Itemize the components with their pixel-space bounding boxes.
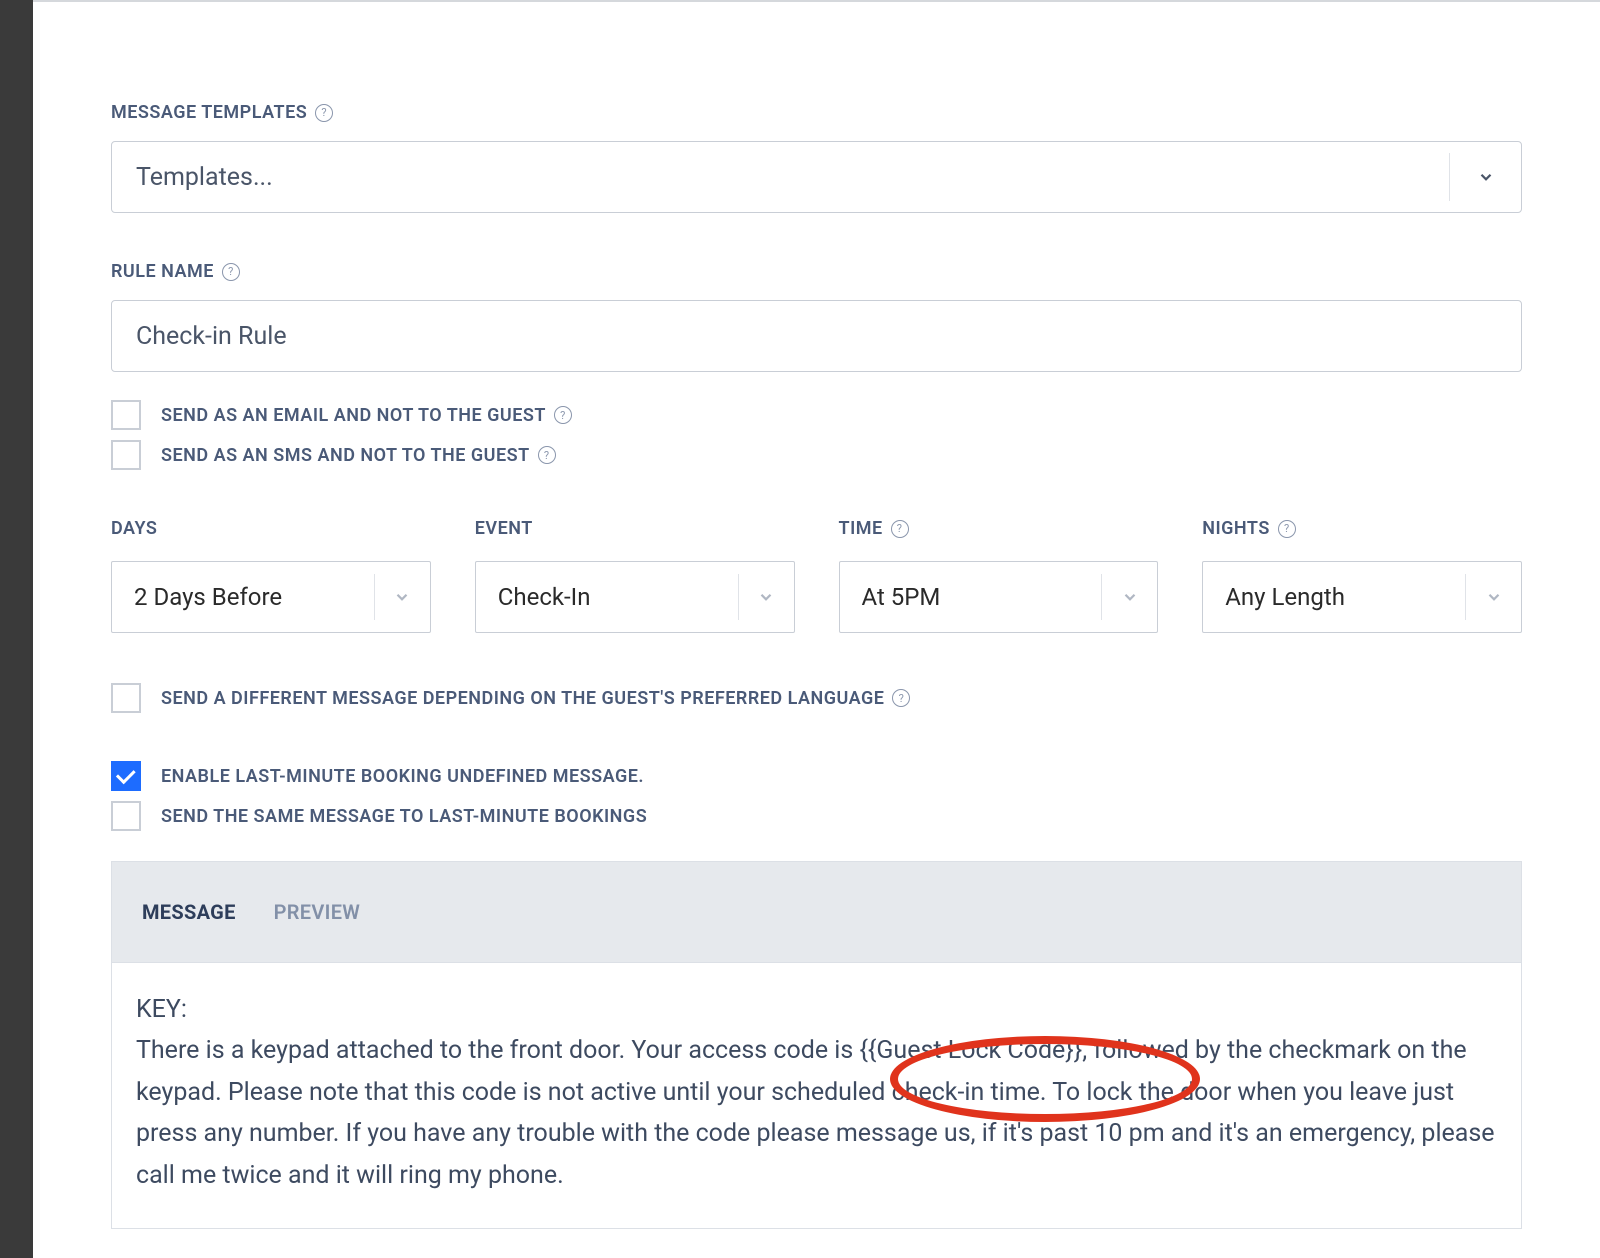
last-minute-label: ENABLE LAST-MINUTE BOOKING UNDEFINED MES…	[161, 766, 644, 787]
templates-select-text: Templates...	[136, 163, 1449, 192]
message-editor[interactable]: KEY: There is a keypad attached to the f…	[111, 963, 1522, 1229]
send-email-checkbox[interactable]	[111, 400, 141, 430]
send-sms-checkbox-row: SEND AS AN SMS AND NOT TO THE GUEST ?	[111, 440, 1522, 470]
help-icon[interactable]: ?	[554, 406, 572, 424]
message-key-label: KEY:	[136, 995, 1497, 1024]
schedule-row: DAYS 2 Days Before EVENT Check-In	[111, 518, 1522, 633]
chevron-down-icon	[1449, 153, 1521, 201]
chevron-down-icon	[738, 574, 794, 620]
help-icon[interactable]: ?	[315, 104, 333, 122]
rule-name-label-text: RULE NAME	[111, 261, 214, 282]
help-icon[interactable]: ?	[538, 446, 556, 464]
chevron-down-icon	[1465, 574, 1521, 620]
settings-modal: MESSAGE TEMPLATES ? Templates... RULE NA…	[33, 0, 1600, 1258]
same-last-minute-checkbox[interactable]	[111, 801, 141, 831]
tab-preview[interactable]: PREVIEW	[274, 900, 361, 924]
diff-lang-label: SEND A DIFFERENT MESSAGE DEPENDING ON TH…	[161, 688, 910, 709]
same-last-minute-checkbox-row: SEND THE SAME MESSAGE TO LAST-MINUTE BOO…	[111, 801, 1522, 831]
diff-lang-checkbox[interactable]	[111, 683, 141, 713]
send-email-label: SEND AS AN EMAIL AND NOT TO THE GUEST ?	[161, 405, 572, 426]
nights-label: NIGHTS ?	[1202, 518, 1522, 539]
help-icon[interactable]: ?	[892, 689, 910, 707]
message-body: There is a keypad attached to the front …	[136, 1030, 1497, 1196]
message-templates-label: MESSAGE TEMPLATES ?	[111, 102, 1522, 123]
help-icon[interactable]: ?	[891, 520, 909, 538]
help-icon[interactable]: ?	[222, 263, 240, 281]
send-email-checkbox-row: SEND AS AN EMAIL AND NOT TO THE GUEST ?	[111, 400, 1522, 430]
chevron-down-icon	[374, 574, 430, 620]
message-templates-label-text: MESSAGE TEMPLATES	[111, 102, 307, 123]
rule-name-input[interactable]	[111, 300, 1522, 372]
same-last-minute-label: SEND THE SAME MESSAGE TO LAST-MINUTE BOO…	[161, 806, 647, 827]
time-label: TIME ?	[839, 518, 1159, 539]
templates-select[interactable]: Templates...	[111, 141, 1522, 213]
event-select[interactable]: Check-In	[475, 561, 795, 633]
chevron-down-icon	[1101, 574, 1157, 620]
send-sms-label: SEND AS AN SMS AND NOT TO THE GUEST ?	[161, 445, 556, 466]
days-select[interactable]: 2 Days Before	[111, 561, 431, 633]
diff-lang-checkbox-row: SEND A DIFFERENT MESSAGE DEPENDING ON TH…	[111, 683, 1522, 713]
tab-message[interactable]: MESSAGE	[142, 900, 236, 924]
event-label: EVENT	[475, 518, 795, 539]
last-minute-checkbox-row: ENABLE LAST-MINUTE BOOKING UNDEFINED MES…	[111, 761, 1522, 791]
rule-name-label: RULE NAME ?	[111, 261, 1522, 282]
help-icon[interactable]: ?	[1278, 520, 1296, 538]
time-select[interactable]: At 5PM	[839, 561, 1159, 633]
last-minute-checkbox[interactable]	[111, 761, 141, 791]
message-tabs: MESSAGE PREVIEW	[111, 861, 1522, 963]
send-sms-checkbox[interactable]	[111, 440, 141, 470]
nights-select[interactable]: Any Length	[1202, 561, 1522, 633]
days-label: DAYS	[111, 518, 431, 539]
